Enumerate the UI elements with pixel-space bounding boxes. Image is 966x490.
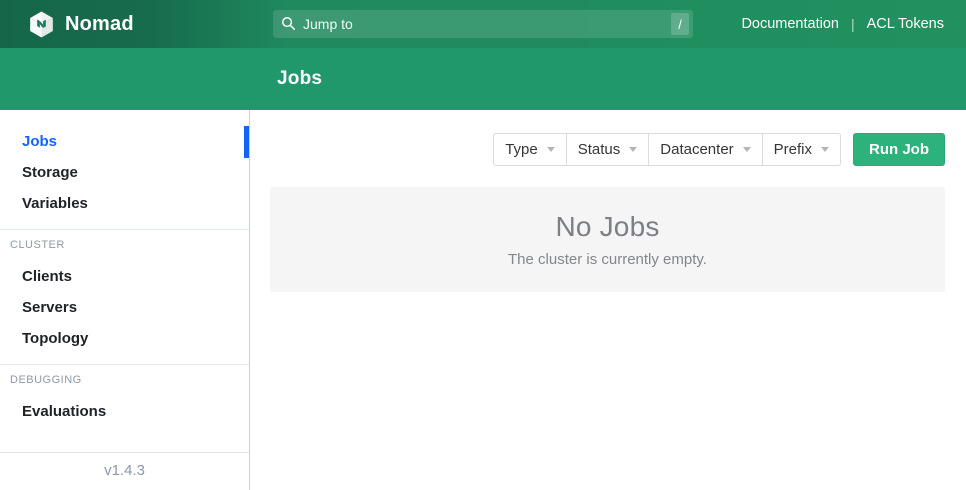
search-input[interactable] <box>273 10 693 38</box>
chevron-down-icon <box>547 147 555 152</box>
sidebar-item-topology[interactable]: Topology <box>0 323 249 354</box>
nomad-logo-icon <box>28 11 55 38</box>
filter-label: Status <box>578 141 621 158</box>
sidebar-section-debugging: DEBUGGING <box>10 374 249 386</box>
jobs-toolbar: Type Status Datacenter Prefix Run Job <box>270 133 945 166</box>
page-title: Jobs <box>277 68 322 90</box>
filter-label: Prefix <box>774 141 812 158</box>
sidebar-item-clients[interactable]: Clients <box>0 261 249 292</box>
brand-name: Nomad <box>65 13 134 36</box>
sidebar-menu: Jobs Storage Variables CLUSTER Clients S… <box>0 110 249 452</box>
filter-datacenter-dropdown[interactable]: Datacenter <box>648 133 762 166</box>
acl-tokens-link[interactable]: ACL Tokens <box>867 16 944 32</box>
chevron-down-icon <box>821 147 829 152</box>
navbar-links: Documentation | ACL Tokens <box>741 16 966 32</box>
link-separator: | <box>851 16 855 32</box>
chevron-down-icon <box>629 147 637 152</box>
main-panel: Type Status Datacenter Prefix Run Job <box>250 110 966 490</box>
documentation-link[interactable]: Documentation <box>741 16 839 32</box>
sidebar-divider <box>0 364 249 365</box>
filter-label: Datacenter <box>660 141 733 158</box>
top-navbar: Nomad / Documentation | ACL Tokens <box>0 0 966 48</box>
sidebar-item-servers[interactable]: Servers <box>0 292 249 323</box>
filter-type-dropdown[interactable]: Type <box>493 133 567 166</box>
empty-state-title: No Jobs <box>555 211 659 243</box>
page-subheader: Jobs <box>0 48 966 110</box>
sidebar: Jobs Storage Variables CLUSTER Clients S… <box>0 110 250 490</box>
filter-status-dropdown[interactable]: Status <box>566 133 650 166</box>
sidebar-item-variables[interactable]: Variables <box>0 188 249 219</box>
content-area: Jobs Storage Variables CLUSTER Clients S… <box>0 110 966 490</box>
sidebar-section-cluster: CLUSTER <box>10 239 249 251</box>
sidebar-item-evaluations[interactable]: Evaluations <box>0 396 249 427</box>
chevron-down-icon <box>743 147 751 152</box>
empty-state: No Jobs The cluster is currently empty. <box>270 187 945 292</box>
search-icon <box>281 16 296 31</box>
nomad-brand-link[interactable]: Nomad <box>0 11 273 38</box>
jump-to-search: / <box>273 10 693 38</box>
sidebar-item-storage[interactable]: Storage <box>0 157 249 188</box>
filter-group: Type Status Datacenter Prefix <box>493 133 841 166</box>
keyboard-shortcut-badge: / <box>671 13 689 35</box>
filter-prefix-dropdown[interactable]: Prefix <box>762 133 841 166</box>
sidebar-divider <box>0 229 249 230</box>
version-label: v1.4.3 <box>0 452 249 490</box>
empty-state-message: The cluster is currently empty. <box>508 251 707 268</box>
run-job-button[interactable]: Run Job <box>853 133 945 166</box>
filter-label: Type <box>505 141 538 158</box>
sidebar-item-jobs[interactable]: Jobs <box>0 126 249 157</box>
